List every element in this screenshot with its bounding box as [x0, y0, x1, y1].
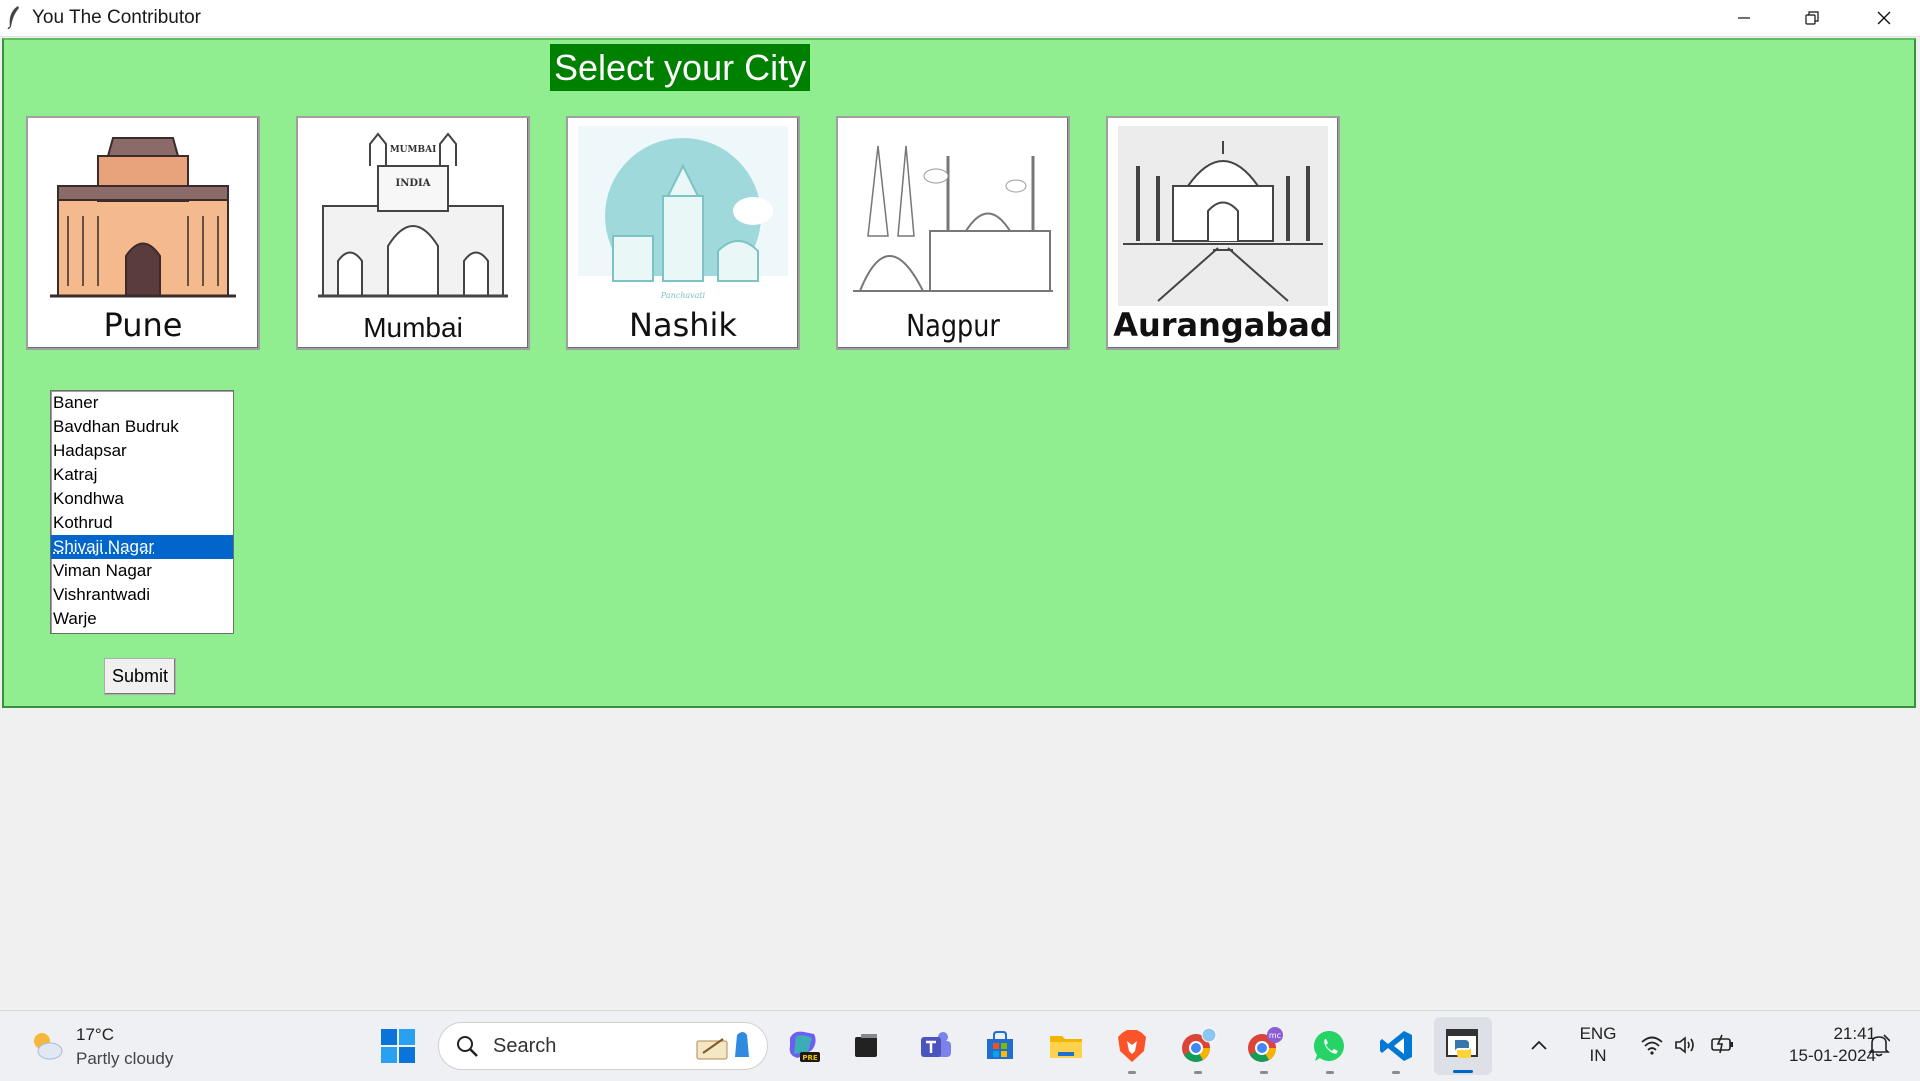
list-item[interactable]: Warje — [51, 607, 233, 631]
list-item[interactable]: Hadapsar — [51, 439, 233, 463]
weather-temperature: 17°C — [76, 1025, 114, 1045]
whatsapp-icon[interactable] — [1310, 1026, 1350, 1066]
city-label-nagpur: Nagpur — [855, 309, 1051, 344]
feather-icon — [6, 5, 22, 29]
running-indicator — [1392, 1071, 1400, 1074]
region-code: IN — [1578, 1045, 1618, 1067]
city-card-nashik[interactable]: Panchavati Nashik — [566, 116, 800, 350]
list-item[interactable]: Kondhwa — [51, 487, 233, 511]
running-indicator — [1194, 1071, 1202, 1074]
city-card-pune[interactable]: Pune — [26, 116, 260, 350]
restore-icon — [1804, 10, 1820, 26]
python-idle-icon — [1445, 1026, 1481, 1062]
india-sign-text: INDIA — [396, 178, 431, 189]
nashik-temple-icon: Panchavati — [578, 126, 788, 306]
weather-description: Partly cloudy — [76, 1049, 173, 1069]
task-view-icon[interactable] — [846, 1026, 886, 1066]
mumbai-gateway-icon: MUMBAI INDIA — [308, 126, 518, 306]
microsoft-store-icon[interactable] — [980, 1026, 1020, 1066]
chrome-mc-icon[interactable]: mc — [1244, 1026, 1284, 1066]
mumbai-sign-text: MUMBAI — [390, 145, 437, 155]
chrome-profile-icon[interactable] — [1178, 1026, 1218, 1066]
list-item[interactable]: Bavdhan Budruk — [51, 415, 233, 439]
language-code: ENG — [1578, 1023, 1618, 1045]
windows-start-icon[interactable] — [380, 1028, 416, 1064]
copilot-icon[interactable]: PRE — [782, 1026, 822, 1066]
city-label-pune: Pune — [28, 306, 258, 344]
city-label-aurangabad: Aurangabad — [1108, 306, 1338, 344]
city-card-mumbai[interactable]: MUMBAI INDIA Mumbai — [296, 116, 530, 350]
title-bar: You The Contributor — [0, 0, 1920, 37]
aurangabad-bibi-ka-maqbara-icon — [1118, 126, 1328, 306]
search-highlight-icon — [693, 1027, 757, 1063]
volume-icon[interactable] — [1674, 1035, 1698, 1055]
teams-icon[interactable] — [916, 1026, 956, 1066]
nashik-caption-text: Panchavati — [660, 291, 706, 300]
submit-button[interactable]: Submit — [104, 658, 176, 695]
city-card-aurangabad[interactable]: Aurangabad — [1106, 116, 1340, 350]
running-indicator — [1260, 1071, 1268, 1074]
clock-time: 21:41 — [1752, 1023, 1876, 1045]
pune-shaniwarwada-icon — [38, 126, 248, 306]
list-item[interactable]: Vishrantwadi — [51, 583, 233, 607]
python-app-active-tile[interactable] — [1434, 1017, 1492, 1075]
search-placeholder: Search — [493, 1035, 556, 1058]
taskbar: 17°C Partly cloudy Search PRE mc ENG IN … — [0, 1010, 1920, 1081]
localities-listbox[interactable]: Baner Bavdhan Budruk Hadapsar Katraj Kon… — [50, 390, 234, 634]
chrome-badge-text: mc — [1269, 1031, 1281, 1040]
list-item[interactable]: Viman Nagar — [51, 559, 233, 583]
taskbar-search[interactable]: Search — [438, 1022, 768, 1070]
search-icon — [455, 1034, 479, 1058]
copilot-badge-text: PRE — [802, 1054, 818, 1062]
minimize-button[interactable] — [1710, 0, 1778, 36]
close-button[interactable] — [1850, 0, 1918, 36]
file-explorer-icon[interactable] — [1046, 1026, 1086, 1066]
nagpur-landmark-icon — [848, 126, 1058, 306]
wifi-icon[interactable] — [1640, 1035, 1664, 1055]
system-clock[interactable]: 21:41 15-01-2024 — [1752, 1023, 1876, 1067]
list-item[interactable]: Baner — [51, 391, 233, 415]
weather-widget[interactable]: 17°C Partly cloudy — [28, 1021, 228, 1071]
partly-cloudy-icon — [28, 1027, 66, 1065]
minimize-icon — [1736, 10, 1752, 26]
running-indicator — [1128, 1071, 1136, 1074]
notifications-icon[interactable] — [1868, 1033, 1890, 1057]
city-card-nagpur[interactable]: Nagpur — [836, 116, 1070, 350]
chevron-up-icon[interactable] — [1530, 1039, 1548, 1051]
close-icon — [1876, 10, 1892, 26]
window-title: You The Contributor — [32, 7, 201, 29]
brave-browser-icon[interactable] — [1112, 1026, 1152, 1066]
restore-button[interactable] — [1778, 0, 1846, 36]
clock-date: 15-01-2024 — [1752, 1045, 1876, 1067]
page-title: Select your City — [550, 44, 810, 91]
running-indicator — [1326, 1071, 1334, 1074]
list-item-selected[interactable]: Shivaji Nagar — [51, 535, 233, 559]
language-indicator[interactable]: ENG IN — [1578, 1023, 1618, 1067]
list-item[interactable]: Kothrud — [51, 511, 233, 535]
list-item[interactable]: Katraj — [51, 463, 233, 487]
vscode-icon[interactable] — [1376, 1026, 1416, 1066]
city-label-mumbai: Mumbai — [298, 312, 528, 344]
battery-charging-icon[interactable] — [1710, 1033, 1736, 1055]
city-label-nashik: Nashik — [568, 306, 798, 344]
